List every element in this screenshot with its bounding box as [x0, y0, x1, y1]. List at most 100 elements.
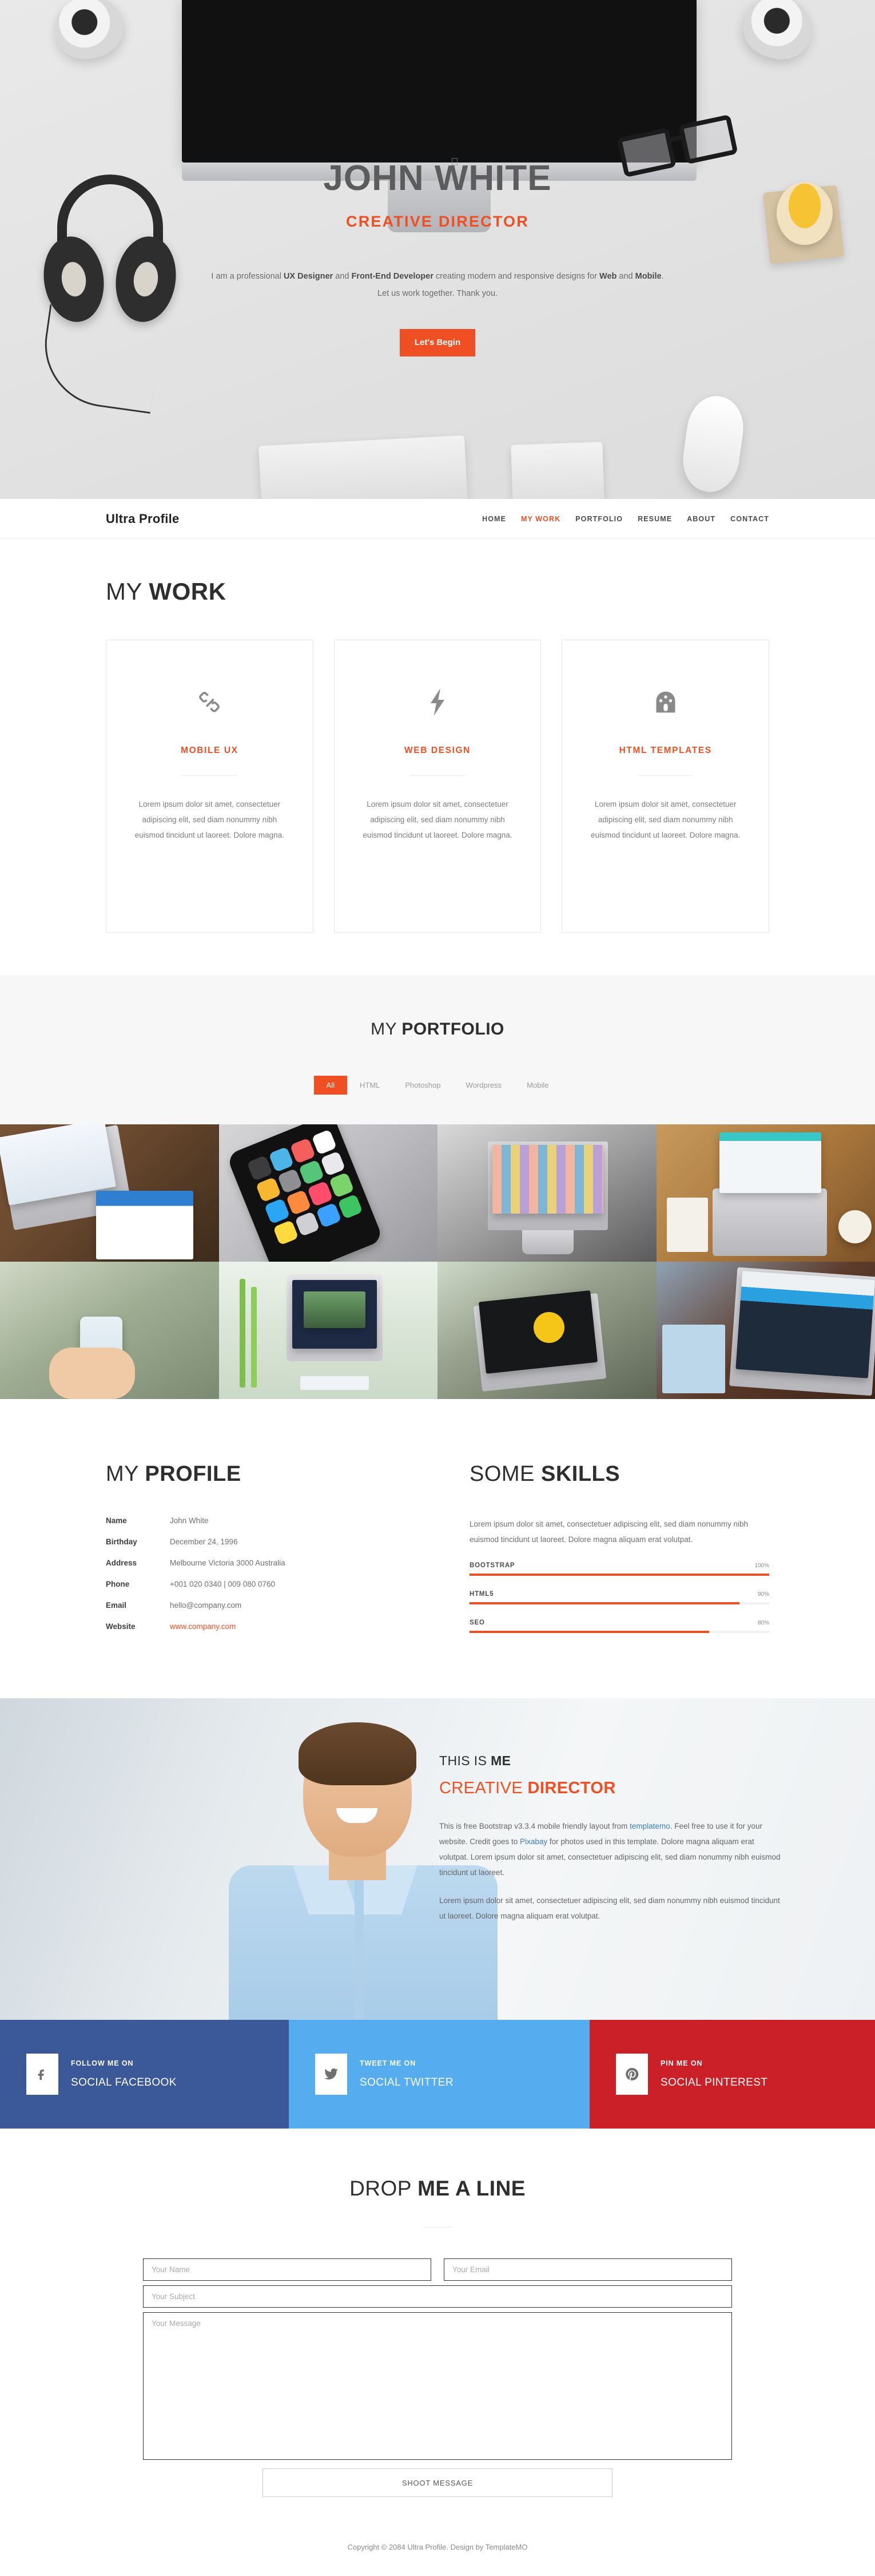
- skill-fill: [470, 1602, 739, 1604]
- profile-row-label: Birthday: [106, 1537, 137, 1546]
- my-work-section: MY WORK MOBILE UX Lorem ipsum dolor sit a…: [0, 539, 875, 975]
- about-title: CREATIVE DIRECTOR: [439, 1779, 616, 1797]
- hero-description: I am a professional UX Designer and Fron…: [211, 272, 664, 298]
- contact-form: SHOOT MESSAGE: [143, 2258, 732, 2497]
- portfolio-filter-all[interactable]: All: [313, 1076, 347, 1095]
- portfolio-filter-wordpress[interactable]: Wordpress: [454, 1076, 515, 1095]
- about-paragraph-2: Lorem ipsum dolor sit amet, consectetuer…: [439, 1896, 780, 1920]
- social-sub-label: FOLLOW ME ON: [71, 2059, 134, 2067]
- service-cards: MOBILE UX Lorem ipsum dolor sit amet, con…: [106, 640, 770, 933]
- skill-bar: BOOTSTRAP 100%: [470, 1562, 769, 1576]
- skill-bar: SEO 80%: [470, 1619, 769, 1633]
- portfolio-filter-photoshop[interactable]: Photoshop: [392, 1076, 453, 1095]
- profile-skills-section: MY PROFILE Name John White Birthday Decembe…: [0, 1399, 875, 1698]
- profile-info-table: Name John White Birthday December 24, 1996 A…: [106, 1516, 415, 1631]
- service-card-title: WEB DESIGN: [404, 746, 471, 755]
- social-twitter-block[interactable]: TWEET ME ON SOCIAL TWITTER: [289, 2020, 590, 2129]
- profile-row: Address Melbourne Victoria 3000 Australia: [106, 1559, 415, 1567]
- hero-name: JOHN WHITE: [323, 158, 552, 198]
- portfolio-tile[interactable]: [218, 1124, 438, 1262]
- skill-percent: 100%: [754, 1563, 769, 1569]
- skill-track: [470, 1631, 769, 1633]
- brand-logo[interactable]: Ultra Profile: [106, 512, 180, 526]
- twitter-icon: [315, 2054, 347, 2095]
- nav-item-about[interactable]: ABOUT: [687, 515, 715, 523]
- about-section: THIS IS ME CREATIVE DIRECTOR This is fre…: [0, 1698, 875, 2020]
- skill-bar: HTML5 90%: [470, 1591, 769, 1604]
- profile-row-value: Melbourne Victoria 3000 Australia: [170, 1559, 285, 1567]
- portfolio-tile[interactable]: [438, 1124, 657, 1262]
- service-card[interactable]: MOBILE UX Lorem ipsum dolor sit amet, con…: [106, 640, 313, 933]
- lets-begin-button[interactable]: Let's Begin: [400, 328, 475, 356]
- card-divider: [638, 775, 693, 776]
- service-card[interactable]: WEB DESIGN Lorem ipsum dolor sit amet, co…: [333, 640, 542, 933]
- skill-percent: 90%: [757, 1591, 769, 1598]
- portfolio-tile[interactable]: [438, 1262, 657, 1399]
- profile-row: Name John White: [106, 1516, 415, 1525]
- nav-item-home[interactable]: HOME: [482, 515, 506, 523]
- palette-icon: [584, 675, 747, 730]
- skills-description: Lorem ipsum dolor sit amet, consectetuer…: [470, 1520, 748, 1544]
- email-input[interactable]: [444, 2258, 732, 2281]
- portfolio-tile[interactable]: [218, 1262, 438, 1399]
- nav-item-my-work[interactable]: MY WORK: [521, 515, 560, 523]
- profile-row-value[interactable]: www.company.com: [170, 1622, 236, 1631]
- pixabay-link[interactable]: Pixabay: [520, 1837, 547, 1846]
- portfolio-tile[interactable]: [656, 1262, 875, 1399]
- portfolio-grid: [0, 1124, 875, 1399]
- profile-row-label: Website: [106, 1622, 136, 1631]
- skill-percent: 80%: [757, 1620, 769, 1626]
- nav-item-portfolio[interactable]: PORTFOLIO: [575, 515, 623, 523]
- profile-row-value: John White: [170, 1516, 209, 1525]
- portfolio-filter-html[interactable]: HTML: [347, 1076, 392, 1095]
- social-pinterest-block[interactable]: PIN ME ON SOCIAL PINTEREST: [590, 2020, 875, 2129]
- link-icon: [128, 675, 291, 730]
- skill-name: HTML5: [470, 1591, 494, 1598]
- skills-heading: SOME SKILLS: [470, 1462, 621, 1486]
- service-card-text: Lorem ipsum dolor sit amet, consectetuer…: [134, 800, 284, 839]
- contact-section: DROP ME A LINE SHOOT MESSAGE: [0, 2129, 875, 2514]
- about-paragraph-1: This is free Bootstrap v3.3.4 mobile fri…: [439, 1822, 781, 1877]
- profile-row-value: December 24, 1996: [170, 1537, 238, 1546]
- profile-column: MY PROFILE Name John White Birthday Decembe…: [106, 1462, 415, 1643]
- templatemo-link[interactable]: templatemo: [630, 1822, 670, 1830]
- my-work-heading: MY WORK: [106, 578, 226, 605]
- service-card[interactable]: HTML TEMPLATES Lorem ipsum dolor sit amet…: [562, 640, 770, 933]
- navbar: Ultra Profile HOME MY WORK PORTFOLIO RESUME…: [0, 499, 875, 539]
- social-name-label: SOCIAL PINTEREST: [661, 2076, 768, 2088]
- hero-role: CREATIVE DIRECTOR: [346, 213, 529, 231]
- profile-row: Phone +001 020 0340 | 009 080 0760: [106, 1580, 415, 1588]
- portfolio-filter-mobile[interactable]: Mobile: [514, 1076, 561, 1095]
- portfolio-tile[interactable]: [656, 1124, 875, 1262]
- skills-column: SOME SKILLS Lorem ipsum dolor sit amet, …: [470, 1462, 769, 1643]
- shoot-message-button[interactable]: SHOOT MESSAGE: [262, 2468, 612, 2497]
- portfolio-tile[interactable]: [0, 1124, 219, 1262]
- service-card-text: Lorem ipsum dolor sit amet, consectetuer…: [363, 800, 512, 839]
- about-kicker: THIS IS ME: [439, 1753, 511, 1768]
- nav-item-contact[interactable]: CONTACT: [730, 515, 769, 523]
- facebook-icon: [26, 2054, 58, 2095]
- message-textarea[interactable]: [143, 2312, 732, 2460]
- social-sub-label: PIN ME ON: [661, 2059, 703, 2067]
- nav-item-resume[interactable]: RESUME: [638, 515, 672, 523]
- social-bar: FOLLOW ME ON SOCIAL FACEBOOK TWEET ME ON…: [0, 2020, 875, 2129]
- social-facebook-block[interactable]: FOLLOW ME ON SOCIAL FACEBOOK: [0, 2020, 289, 2129]
- bolt-icon: [356, 675, 519, 730]
- social-name-label: SOCIAL TWITTER: [360, 2076, 454, 2088]
- card-divider: [410, 775, 465, 776]
- nav-links: HOME MY WORK PORTFOLIO RESUME ABOUT CONTACT: [482, 515, 769, 523]
- social-sub-label: TWEET ME ON: [360, 2059, 416, 2067]
- profile-row-label: Email: [106, 1601, 127, 1610]
- profile-row: Birthday December 24, 1996: [106, 1537, 415, 1546]
- skill-fill: [470, 1631, 710, 1633]
- skill-name: SEO: [470, 1619, 485, 1626]
- profile-heading: MY PROFILE: [106, 1462, 241, 1486]
- subject-input[interactable]: [143, 2285, 732, 2308]
- portfolio-tile[interactable]: [0, 1262, 219, 1399]
- footer-copyright: Copyright © 2084 Ultra Profile. Design b…: [347, 2543, 528, 2551]
- name-input[interactable]: [143, 2258, 431, 2281]
- profile-row-label: Name: [106, 1516, 127, 1525]
- pinterest-icon: [616, 2054, 648, 2095]
- card-divider: [182, 775, 237, 776]
- portfolio-section: MY PORTFOLIO All HTML Photoshop Wordpress Mo…: [0, 975, 875, 1124]
